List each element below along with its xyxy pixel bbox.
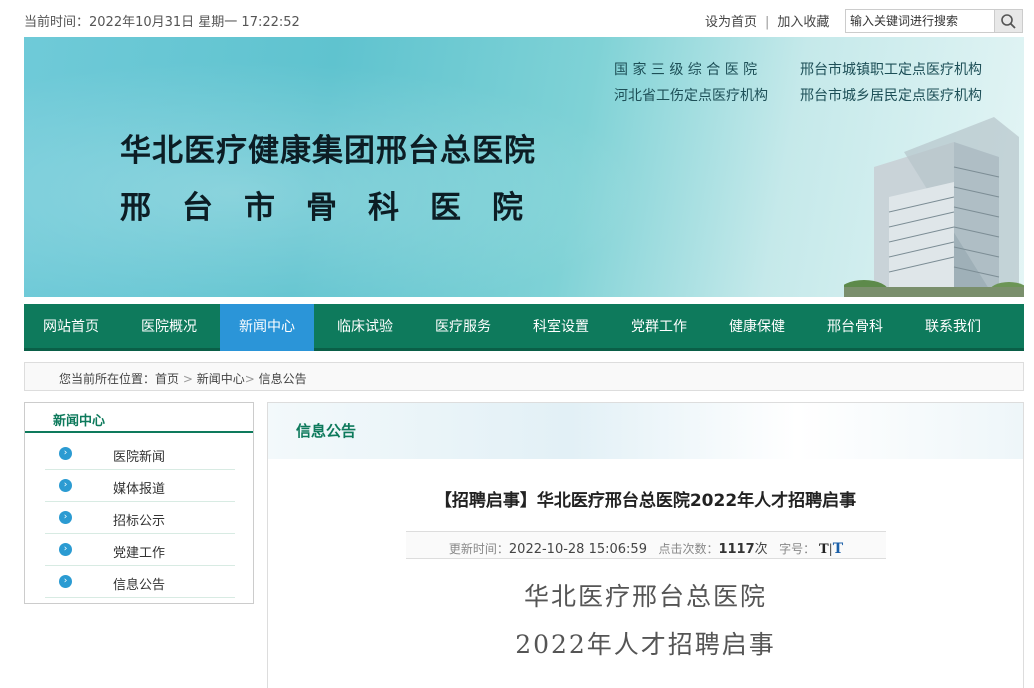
nav-item-contact[interactable]: 联系我们 (906, 304, 1000, 351)
nav-item-party-work[interactable]: 党群工作 (612, 304, 706, 351)
nav-item-departments[interactable]: 科室设置 (514, 304, 608, 351)
article-panel: 信息公告 【招聘启事】华北医疗邢台总医院2022年人才招聘启事 更新时间：202… (267, 402, 1024, 688)
add-favorite-link[interactable]: 加入收藏 (777, 15, 829, 30)
sidebar-item-party-building[interactable]: › 党建工作 (45, 534, 235, 566)
banner-tag-urban-insurance: 邢台市城镇职工定点医疗机构 (800, 62, 982, 78)
clicks-value: 1117 (718, 542, 755, 557)
search-icon (1001, 14, 1016, 29)
nav-item-news[interactable]: 新闻中心 (220, 304, 314, 351)
article-body-heading-line1: 华北医疗邢台总医院 (523, 582, 767, 611)
link-separator: | (765, 15, 770, 30)
sidebar-item-media-reports[interactable]: › 媒体报道 (45, 470, 235, 502)
sidebar: 新闻中心 › 医院新闻 › 媒体报道 › 招标公示 › 党建工作 › 信息公告 (24, 402, 254, 604)
clicks-unit: 次 (754, 542, 768, 557)
updated-value: 2022-10-28 15:06:59 (508, 542, 647, 557)
nav-item-home[interactable]: 网站首页 (24, 304, 118, 351)
nav-item-medical-services[interactable]: 医疗服务 (416, 304, 510, 351)
sidebar-item-label: 招标公示 (113, 514, 166, 529)
breadcrumb-text: 您当前所在位置：首页 > 新闻中心> 信息公告 (59, 370, 307, 387)
section-header: 信息公告 (268, 403, 1023, 459)
sidebar-item-hospital-news[interactable]: › 医院新闻 (45, 438, 235, 470)
breadcrumb-current[interactable]: 信息公告 (259, 372, 307, 386)
hospital-building-image (844, 117, 1024, 297)
breadcrumb-prefix: 您当前所在位置： (59, 372, 156, 386)
sidebar-item-label: 党建工作 (113, 546, 166, 561)
hospital-name-primary: 华北医疗健康集团邢台总医院 (120, 133, 536, 169)
font-size-small-button[interactable]: T (819, 542, 829, 557)
set-home-link[interactable]: 设为首页 (705, 15, 757, 30)
chevron-right-icon: › (59, 447, 72, 460)
updated-label: 更新时间： (448, 542, 509, 556)
clicks-label: 点击次数： (658, 542, 719, 556)
breadcrumb-arrow: > (179, 372, 197, 386)
sidebar-title: 新闻中心 (53, 414, 106, 429)
article-title: 【招聘启事】华北医疗邢台总医院2022年人才招聘启事 (434, 491, 857, 511)
nav-item-xingtai-orthopedics[interactable]: 邢台骨科 (808, 304, 902, 351)
section-title: 信息公告 (296, 422, 357, 440)
chevron-right-icon: › (59, 543, 72, 556)
nav-item-health-care[interactable]: 健康保健 (710, 304, 804, 351)
breadcrumb-home-link[interactable]: 首页 (155, 372, 179, 386)
search-input[interactable] (846, 10, 996, 32)
font-size-label: 字号： (779, 542, 816, 556)
top-links: 设为首页 | 加入收藏 (705, 11, 829, 30)
banner-tag-level: 国 家 三 级 综 合 医 院 (614, 62, 758, 78)
search-box (845, 9, 1023, 33)
chevron-right-icon: › (59, 575, 72, 588)
sidebar-item-tender-notices[interactable]: › 招标公示 (45, 502, 235, 534)
current-datetime: 当前时间：2022年10月31日 星期一 17:22:52 (24, 15, 300, 30)
hospital-name-secondary: 邢台市骨科医院 (120, 190, 554, 226)
banner-tag-injury-insurance: 河北省工伤定点医疗机构 (614, 88, 768, 104)
breadcrumb-arrow: > (244, 372, 259, 386)
article-meta-line: 更新时间：2022-10-28 15:06:59 点击次数：1117次 字号： … (406, 538, 886, 557)
chevron-right-icon: › (59, 479, 72, 492)
article-body-heading-line2: 2022年人才招聘启事 (515, 630, 776, 659)
nav-item-overview[interactable]: 医院概况 (122, 304, 216, 351)
sidebar-item-label: 信息公告 (113, 578, 166, 593)
top-bar: 当前时间：2022年10月31日 星期一 17:22:52 设为首页 | 加入收藏 (0, 0, 1034, 36)
main-navigation: 网站首页 医院概况 新闻中心 临床试验 医疗服务 科室设置 党群工作 健康保健 … (24, 304, 1024, 351)
article-meta: 更新时间：2022-10-28 15:06:59 点击次数：1117次 字号： … (406, 531, 886, 559)
nav-item-clinical-trials[interactable]: 临床试验 (318, 304, 412, 351)
breadcrumb-news-link[interactable]: 新闻中心 (197, 372, 245, 386)
chevron-right-icon: › (59, 511, 72, 524)
sidebar-item-label: 媒体报道 (113, 482, 166, 497)
search-button[interactable] (994, 10, 1022, 32)
sidebar-item-label: 医院新闻 (113, 450, 166, 465)
sidebar-header: 新闻中心 (25, 403, 253, 433)
header-banner: 国 家 三 级 综 合 医 院 邢台市城镇职工定点医疗机构 河北省工伤定点医疗机… (24, 37, 1024, 297)
font-size-large-button[interactable]: T (833, 541, 843, 557)
breadcrumb: 您当前所在位置：首页 > 新闻中心> 信息公告 (24, 362, 1024, 391)
sidebar-item-announcements[interactable]: › 信息公告 (45, 566, 235, 598)
